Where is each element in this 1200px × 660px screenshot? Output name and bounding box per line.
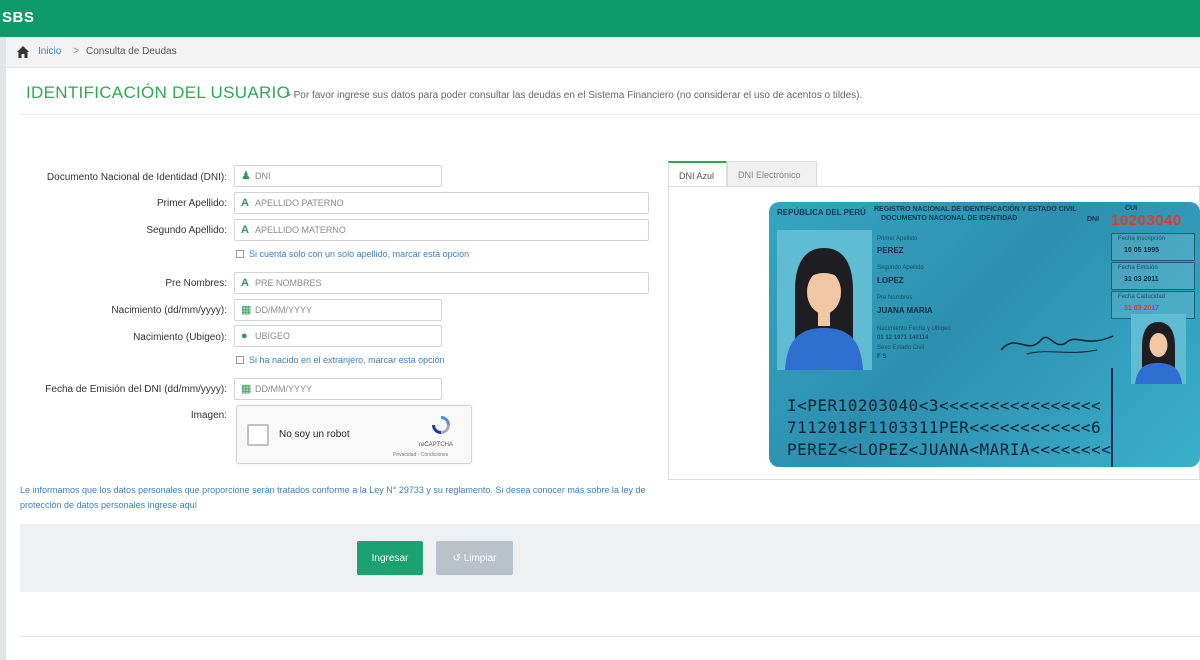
limpiar-label: Limpiar xyxy=(463,552,497,564)
bottom-divider xyxy=(20,636,1200,637)
nacimiento-input[interactable] xyxy=(255,303,420,317)
dni-republic: REPÚBLICA DEL PERÚ xyxy=(777,208,866,217)
segundo-apellido-input[interactable] xyxy=(255,223,586,237)
pre-nombres-label: Pre Nombres: xyxy=(165,278,227,289)
primer-apellido-input[interactable] xyxy=(255,196,586,210)
text-icon: A xyxy=(241,277,249,289)
emision-label: Fecha de Emisión del DNI (dd/mm/yyyy): xyxy=(45,384,227,395)
primer-apellido-label: Primer Apellido: xyxy=(156,198,227,209)
dni-caducidad: 31 03 2017 xyxy=(1124,305,1160,312)
dni-emision: 31 03 2011 xyxy=(1124,276,1159,283)
text-icon: A xyxy=(241,224,249,236)
dni-nacimiento: 01 12 1971 140114 xyxy=(877,335,929,341)
recaptcha-brand: reCAPTCHA xyxy=(419,442,454,448)
tab-dni-azul[interactable]: DNI Azul xyxy=(668,161,727,187)
single-surname-checkbox[interactable]: Si cuenta solo con un solo apellido, mar… xyxy=(236,249,469,259)
pre-nombres-input[interactable] xyxy=(255,276,586,290)
top-navbar: SBS xyxy=(0,0,1200,37)
title-divider xyxy=(20,114,1200,115)
emision-field[interactable]: ▦ xyxy=(234,378,442,400)
ingresar-button[interactable]: Ingresar xyxy=(357,541,423,575)
dni-tag: DNI xyxy=(1087,216,1100,223)
dni-vertical-line xyxy=(1111,368,1113,467)
recaptcha-label: No soy un robot xyxy=(279,429,350,440)
dni-registry-line2: DOCUMENTO NACIONAL DE IDENTIDAD xyxy=(881,215,1018,222)
dni-field[interactable]: ♟ xyxy=(234,165,442,187)
breadcrumb-home-link[interactable]: Inicio xyxy=(38,46,61,57)
dni-nombres: JUANA MARIA xyxy=(877,306,933,315)
dni-segundo-apellido-key: Segundo Apellido xyxy=(877,265,924,271)
limpiar-button[interactable]: ↺ Limpiar xyxy=(436,541,513,575)
page-title: IDENTIFICACIÓN DEL USUARIO xyxy=(26,83,291,102)
checkbox-box[interactable] xyxy=(236,250,244,258)
dni-mrz-line3: PEREZ<<LOPEZ<JUANA<MARIA<<<<<<<< xyxy=(787,440,1112,459)
ubigeo-label: Nacimiento (Ubigeo): xyxy=(133,332,227,343)
dni-caducidad-key: Fecha Caducidad xyxy=(1118,294,1166,300)
dni-emision-key: Fecha Emisión xyxy=(1118,265,1158,271)
segundo-apellido-field[interactable]: A xyxy=(234,219,649,241)
dni-nombres-key: Pre Nombres xyxy=(877,295,913,301)
home-icon[interactable] xyxy=(16,45,30,59)
dni-inscripcion-key: Fecha Inscripción xyxy=(1118,236,1166,242)
imagen-label: Imagen: xyxy=(190,410,227,421)
calendar-icon: ▦ xyxy=(241,304,252,316)
ubigeo-input[interactable] xyxy=(255,329,420,343)
recaptcha-logo-icon xyxy=(432,416,450,434)
page-subtitle: > Por favor ingrese sus datos para poder… xyxy=(285,90,863,101)
breadcrumb-separator: > xyxy=(73,45,80,57)
checkbox-box[interactable] xyxy=(236,356,244,364)
extranjero-label[interactable]: Si ha nacido en el extranjero, marcar es… xyxy=(249,355,445,365)
pre-nombres-field[interactable]: A xyxy=(234,272,649,294)
dni-signature xyxy=(1000,335,1114,355)
dni-sexo-key: Sexo Estado Civil xyxy=(877,345,925,351)
primer-apellido-field[interactable]: A xyxy=(234,192,649,214)
dni-photo-small xyxy=(1131,314,1186,384)
brand-logo[interactable]: SBS xyxy=(2,9,34,26)
tab-dni-electronico[interactable]: DNI Electrónico xyxy=(727,161,817,187)
user-icon: ♟ xyxy=(241,170,251,182)
segundo-apellido-label: Segundo Apellido: xyxy=(146,225,227,236)
nacimiento-field[interactable]: ▦ xyxy=(234,299,442,321)
globe-icon: ● xyxy=(241,330,248,342)
ubigeo-field[interactable]: ● xyxy=(234,325,442,347)
calendar-icon: ▦ xyxy=(241,383,252,395)
dni-inscripcion: 10 05 1995 xyxy=(1124,247,1160,254)
text-icon: A xyxy=(241,197,249,209)
dni-nacimiento-key: Nacimiento Fecha y Ubigeo xyxy=(877,326,951,332)
dni-mrz-line1: I<PER10203040<3<<<<<<<<<<<<<<<< xyxy=(787,396,1102,415)
recaptcha-links[interactable]: Privacidad - Condiciones xyxy=(393,452,448,458)
action-bar xyxy=(20,524,1200,592)
extranjero-checkbox[interactable]: Si ha nacido en el extranjero, marcar es… xyxy=(236,355,445,365)
dni-primer-apellido: PEREZ xyxy=(877,246,904,255)
dni-card-image: REPÚBLICA DEL PERÚ REGISTRO NACIONAL DE … xyxy=(769,202,1200,467)
dni-number: 10203040 xyxy=(1111,212,1182,229)
refresh-icon: ↺ xyxy=(452,552,461,564)
recaptcha-widget[interactable]: No soy un robot reCAPTCHA Privacidad - C… xyxy=(236,405,472,464)
dni-segundo-apellido: LOPEZ xyxy=(877,276,904,285)
dni-input[interactable] xyxy=(255,169,420,183)
dni-label: Documento Nacional de Identidad (DNI): xyxy=(46,172,227,183)
dni-sexo: F S xyxy=(877,354,887,360)
dni-inscripcion-box: Fecha Inscripción 10 05 1995 xyxy=(1111,233,1195,261)
dni-mrz-line2: 7112018F1103311PER<<<<<<<<<<<<6 xyxy=(787,418,1102,437)
recaptcha-checkbox[interactable] xyxy=(247,424,269,446)
dni-registry-line1: REGISTRO NACIONAL DE IDENTIFICACIÓN Y ES… xyxy=(874,206,1077,213)
dni-emision-box: Fecha Emisión 31 03 2011 xyxy=(1111,262,1195,290)
nacimiento-label: Nacimiento (dd/mm/yyyy): xyxy=(111,305,227,316)
dni-cui-tag: CUI xyxy=(1125,205,1138,212)
dni-primer-apellido-key: Primer Apellido xyxy=(877,236,918,242)
breadcrumb: Inicio > Consulta de Deudas xyxy=(6,37,1200,68)
privacy-notice[interactable]: Le informamos que los datos personales q… xyxy=(20,483,670,513)
left-edge xyxy=(0,37,6,660)
breadcrumb-current: Consulta de Deudas xyxy=(86,46,177,57)
single-surname-label[interactable]: Si cuenta solo con un solo apellido, mar… xyxy=(249,249,469,259)
dni-photo xyxy=(777,230,872,370)
emision-input[interactable] xyxy=(255,382,420,396)
